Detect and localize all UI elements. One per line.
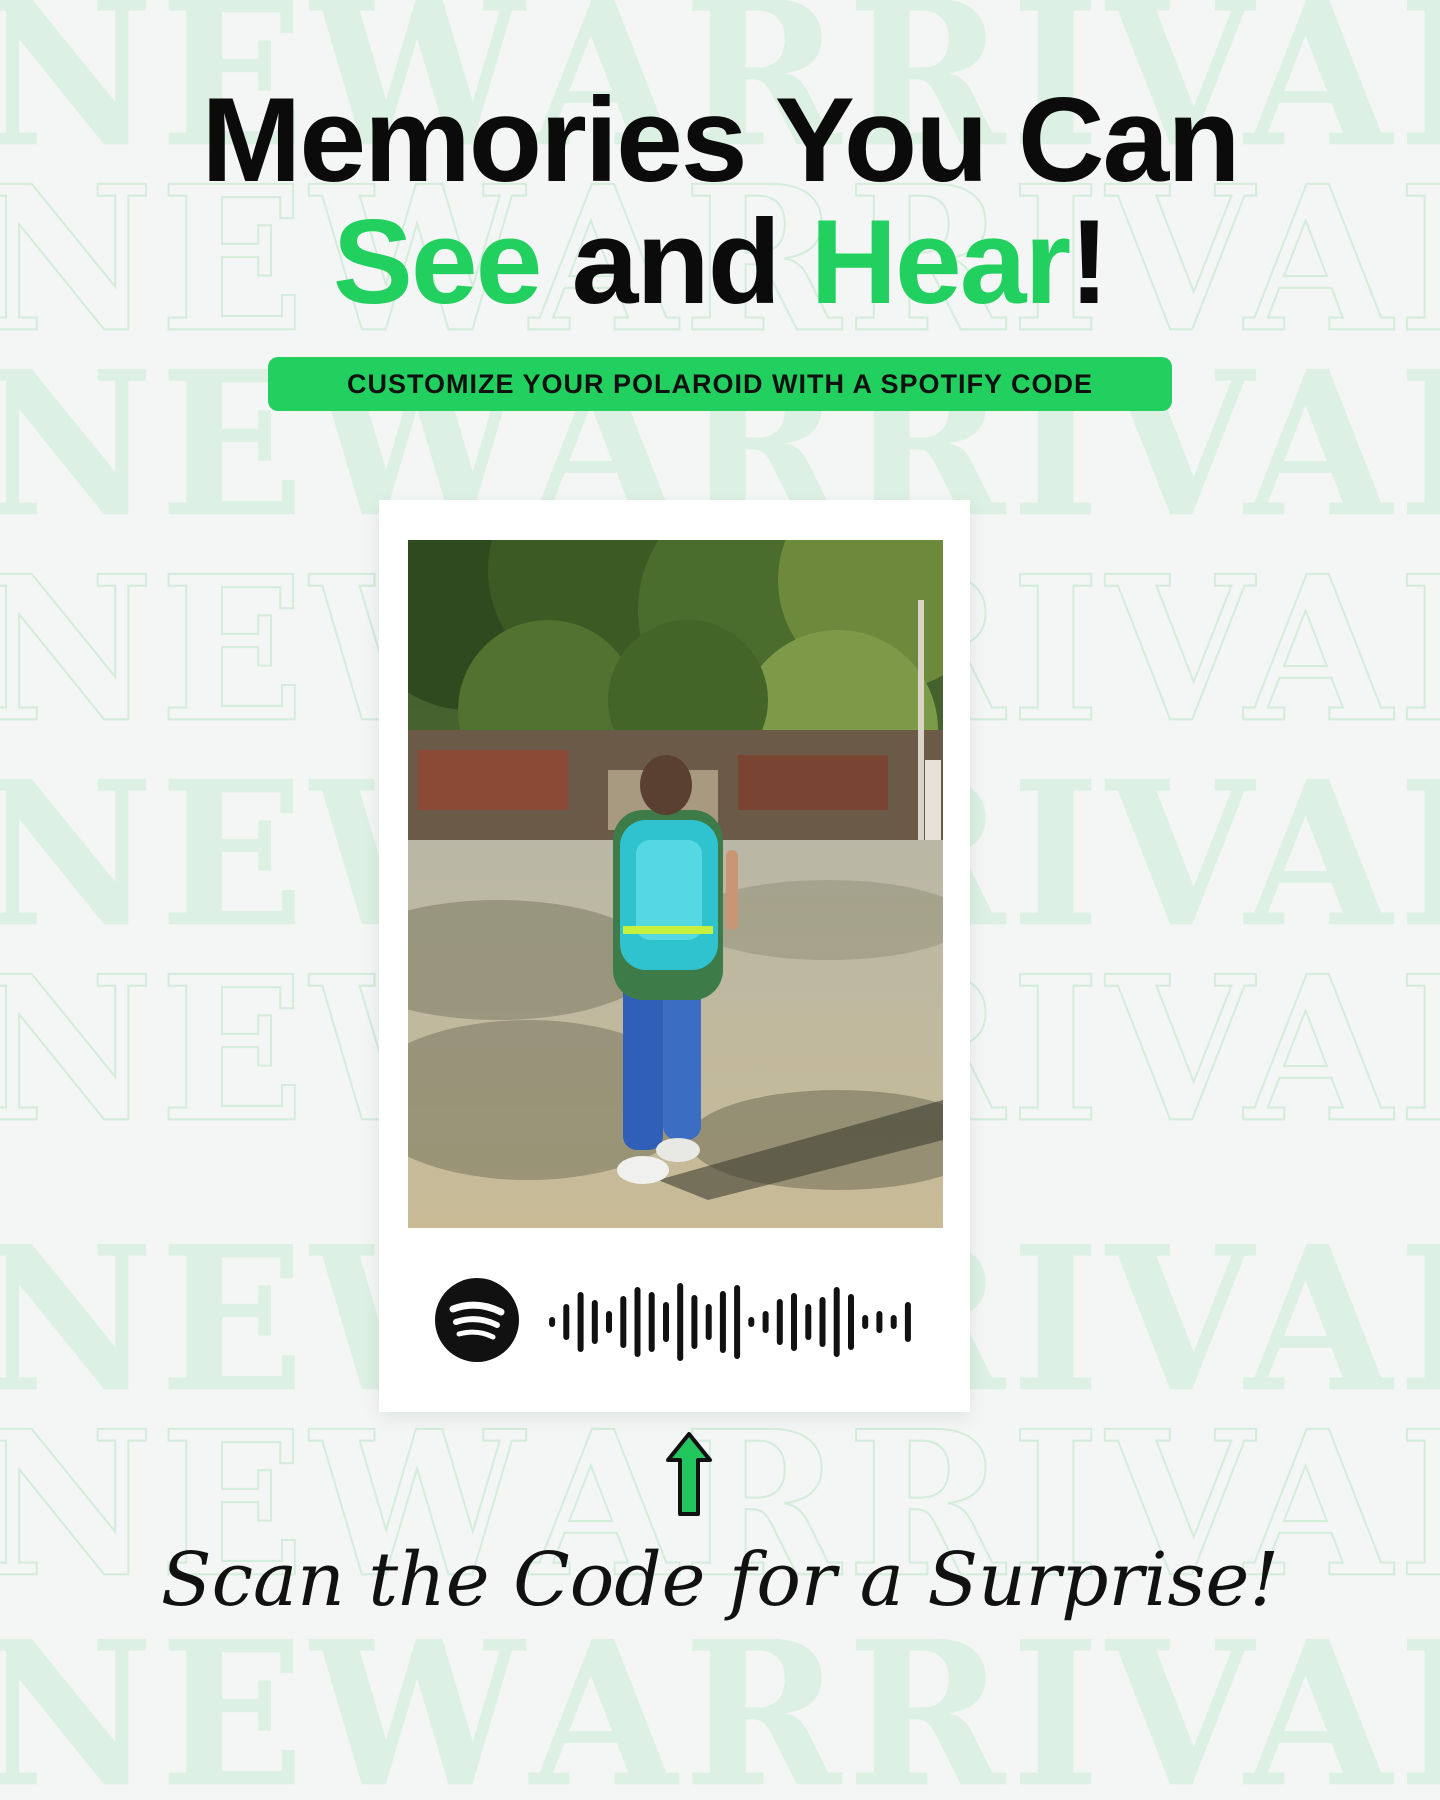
headline-and: and: [540, 195, 811, 329]
code-bar: [833, 1287, 840, 1357]
code-bar: [762, 1311, 769, 1333]
code-bar: [904, 1302, 911, 1342]
code-bar: [862, 1315, 869, 1329]
headline-line-2: See and Hear!: [0, 202, 1440, 322]
code-bar: [734, 1285, 741, 1359]
code-bar: [620, 1296, 627, 1348]
code-bar: [677, 1283, 684, 1361]
spotify-logo-icon: [435, 1278, 519, 1362]
polaroid-card: [379, 500, 970, 1412]
code-bar: [691, 1295, 698, 1349]
spotify-code: [435, 1278, 915, 1378]
person-walking-photo: [408, 540, 943, 1228]
code-bar: [748, 1317, 755, 1327]
tagline-badge: CUSTOMIZE YOUR POLAROID WITH A SPOTIFY C…: [268, 357, 1172, 411]
code-bar: [876, 1311, 883, 1333]
headline-see: See: [332, 195, 543, 329]
code-bar: [805, 1304, 812, 1340]
watermark-word: ARRIVAL: [529, 1597, 1440, 1800]
code-bar: [890, 1315, 897, 1329]
headline: Memories You Can See and Hear!: [0, 80, 1440, 322]
code-bar: [819, 1297, 826, 1347]
code-bar: [648, 1292, 655, 1352]
code-bar: [848, 1294, 854, 1350]
spotify-code-soundwave: [549, 1283, 911, 1361]
code-bar: [606, 1311, 612, 1333]
code-bar: [705, 1304, 712, 1340]
code-bar: [719, 1291, 726, 1353]
code-bar: [634, 1287, 641, 1357]
poster: NEW ARRIVAL NEW ARRIVAL NEW ARRIVAL NEW ARRI…: [0, 0, 1440, 1800]
code-bar: [663, 1302, 669, 1342]
code-bar: [776, 1299, 783, 1345]
code-bar: [549, 1317, 556, 1327]
watermark-word: NEW: [0, 1597, 530, 1800]
headline-line-1: Memories You Can: [201, 73, 1240, 207]
headline-exclamation: !: [1069, 195, 1109, 329]
headline-hear: Hear: [810, 195, 1071, 329]
scan-code-caption: Scan the Code for a Surprise!: [160, 1537, 1280, 1623]
code-bar: [577, 1292, 584, 1352]
code-bar: [591, 1300, 598, 1344]
arrow-up-icon: [666, 1432, 712, 1516]
code-bar: [563, 1304, 570, 1340]
code-bar: [791, 1293, 797, 1351]
watermark-row: NEW ARRIVAL: [0, 1615, 1440, 1800]
